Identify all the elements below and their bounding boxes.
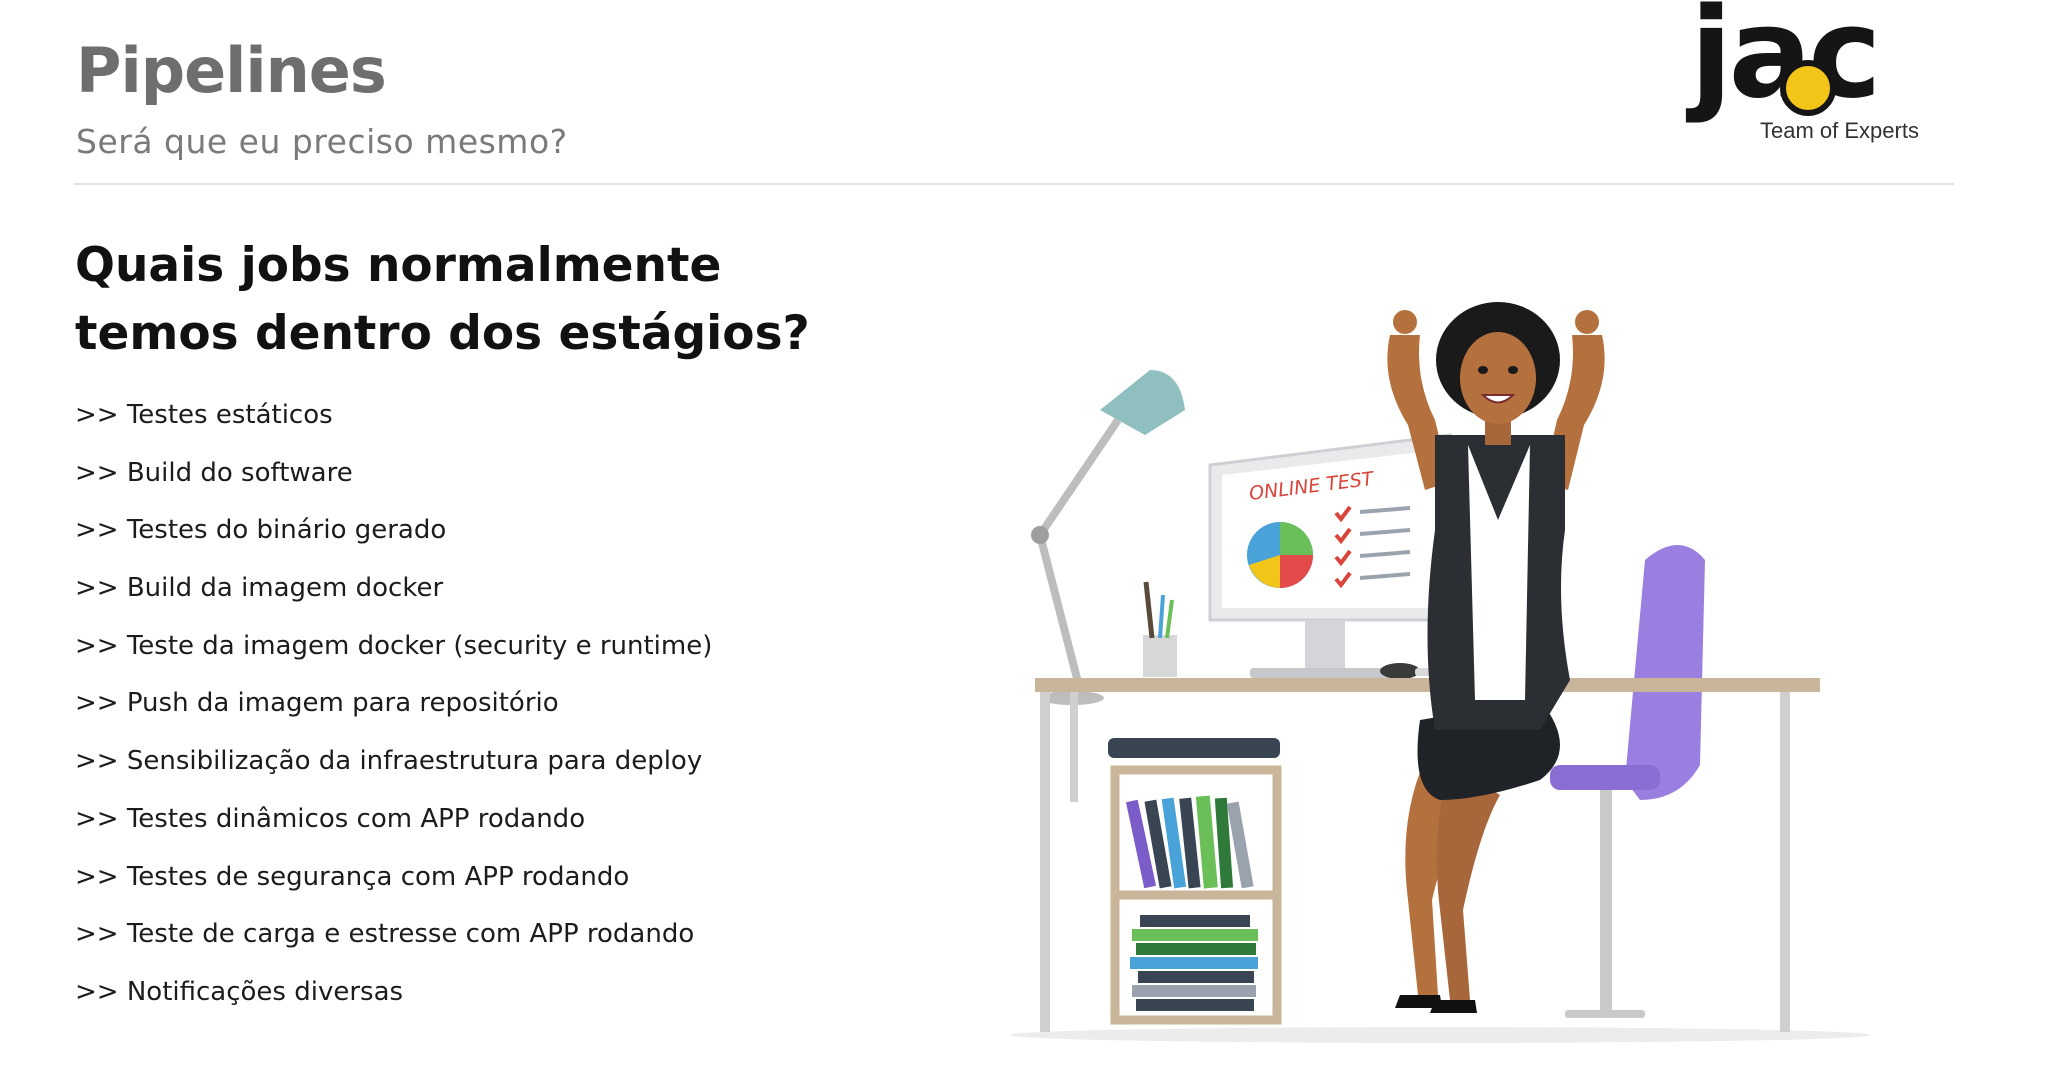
- job-item: >> Teste de carga e estresse com APP rod…: [75, 919, 695, 950]
- heading-line-2: temos dentro dos estágios?: [75, 306, 810, 361]
- job-item: >> Testes de segurança com APP rodando: [75, 861, 630, 892]
- job-item: >> Testes dinâmicos com APP rodando: [75, 803, 586, 834]
- job-item: >> Testes estáticos: [75, 400, 333, 430]
- woman-figure: [1387, 302, 1605, 1013]
- job-item: >> Testes do binário gerado: [75, 515, 447, 546]
- job-item: >> Push da imagem para repositório: [75, 688, 559, 719]
- jobs-list: >> Testes estáticos >> Build do software…: [75, 398, 712, 1033]
- pencil-cup-icon: [1143, 581, 1177, 677]
- jac-logo: jac Team of Experts: [1690, 0, 1970, 160]
- job-item: >> Build do software: [75, 457, 353, 488]
- slide: Pipelines Será que eu preciso mesmo? jac…: [0, 0, 2058, 1079]
- logo-tagline: Team of Experts: [1760, 118, 1919, 143]
- office-chair: [1550, 545, 1705, 1018]
- logo-accent-dot: [1780, 60, 1836, 116]
- celebrating-woman-illustration: ONLINE TEST: [1010, 302, 1870, 1043]
- job-item: >> Build da imagem docker: [75, 573, 444, 604]
- heading-line-1: Quais jobs normalmente: [75, 238, 722, 293]
- mouse-icon: [1380, 663, 1420, 679]
- floor-shadow: [1010, 1027, 1870, 1043]
- job-item: >> Sensibilização da infraestrutura para…: [75, 746, 703, 777]
- bookshelf: [1108, 738, 1282, 1025]
- slide-subtitle: Será que eu preciso mesmo?: [76, 122, 568, 161]
- section-heading: Quais jobs normalmente temos dentro dos …: [75, 232, 835, 368]
- header-divider: [74, 183, 1954, 185]
- books-upright-icon: [1125, 795, 1254, 889]
- monitor: ONLINE TEST: [1208, 433, 1452, 678]
- books-stacked-icon: [1130, 915, 1258, 1011]
- pie-chart-icon: [1247, 522, 1313, 588]
- job-item: >> Notificações diversas: [75, 976, 404, 1007]
- job-item: >> Teste da imagem docker (security e ru…: [75, 630, 713, 661]
- slide-title: Pipelines: [76, 34, 387, 107]
